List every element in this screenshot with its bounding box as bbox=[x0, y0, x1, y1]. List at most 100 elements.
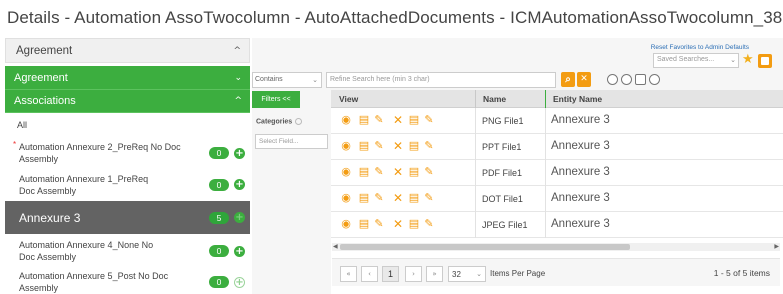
refresh-icon[interactable] bbox=[621, 74, 632, 85]
cell-name[interactable]: JPEG File1 bbox=[482, 220, 528, 230]
attach-document-icon[interactable]: ▤ bbox=[408, 166, 420, 178]
select-field-input[interactable]: Select Field... bbox=[255, 134, 328, 149]
cell-entity-name: Annexure 3 bbox=[551, 192, 610, 204]
cell-entity-name: Annexure 3 bbox=[551, 218, 610, 230]
delete-icon[interactable]: ✕ bbox=[392, 218, 404, 230]
sign-document-icon[interactable]: ✎ bbox=[423, 140, 435, 152]
row-actions: ◉ ▤ ✎ ✕ ▤ ✎ bbox=[339, 192, 438, 205]
agreement-section-header[interactable]: Agreement ⌄ bbox=[5, 66, 250, 90]
search-button[interactable]: ⌕ bbox=[561, 72, 575, 87]
filters-toggle-button[interactable]: Filters << bbox=[252, 91, 300, 108]
sidebar-item-annexure-3[interactable]: Annexure 3 5 + bbox=[5, 201, 250, 234]
sidebar-item-annexure-5[interactable]: Automation Annexure 5_Post No Doc Assemb… bbox=[5, 267, 250, 294]
saved-searches-dropdown[interactable]: Saved Searches... ⌄ bbox=[653, 53, 739, 68]
column-header-entity-name[interactable]: Entity Name bbox=[553, 94, 602, 104]
view-eye-icon[interactable]: ◉ bbox=[339, 140, 353, 152]
sidebar-item-all[interactable]: All bbox=[5, 113, 250, 137]
edit-document-icon[interactable]: ✎ bbox=[373, 192, 385, 204]
reset-favorites-link[interactable]: Reset Favorites to Admin Defaults bbox=[651, 44, 749, 51]
sidebar-item-label: Automation Annexure 1_PreReq Doc Assembl… bbox=[19, 173, 149, 196]
table-row[interactable]: ◉ ▤ ✎ ✕ ▤ ✎ PPT File1 Annexure 3 bbox=[331, 134, 783, 160]
search-input[interactable]: Refine Search here (min 3 char) bbox=[326, 72, 556, 88]
edit-document-icon[interactable]: ✎ bbox=[373, 114, 385, 126]
save-search-icon[interactable] bbox=[758, 54, 772, 68]
attach-document-icon[interactable]: ▤ bbox=[408, 192, 420, 204]
column-divider bbox=[475, 108, 476, 134]
export-icon[interactable] bbox=[635, 74, 646, 85]
table-row[interactable]: ◉ ▤ ✎ ✕ ▤ ✎ DOT File1 Annexure 3 bbox=[331, 186, 783, 212]
view-eye-icon[interactable]: ◉ bbox=[339, 166, 353, 178]
cell-name[interactable]: DOT File1 bbox=[482, 194, 523, 204]
delete-icon[interactable]: ✕ bbox=[392, 192, 404, 204]
clear-search-button[interactable]: ✕ bbox=[577, 72, 591, 87]
attach-document-icon[interactable]: ▤ bbox=[408, 114, 420, 126]
view-eye-icon[interactable]: ◉ bbox=[339, 218, 353, 230]
column-header-view[interactable]: View bbox=[339, 94, 358, 104]
add-icon[interactable]: + bbox=[234, 147, 245, 159]
sign-document-icon[interactable]: ✎ bbox=[423, 192, 435, 204]
list-view-icon[interactable] bbox=[607, 74, 618, 85]
table-row[interactable]: ◉ ▤ ✎ ✕ ▤ ✎ JPEG File1 Annexure 3 bbox=[331, 212, 783, 238]
view-eye-icon[interactable]: ◉ bbox=[339, 192, 353, 204]
sidebar-item-label: Automation Annexure 2_PreReq No Doc Asse… bbox=[19, 142, 181, 164]
view-eye-icon[interactable]: ◉ bbox=[339, 114, 353, 126]
search-placeholder: Refine Search here (min 3 char) bbox=[330, 76, 430, 83]
add-icon[interactable]: + bbox=[234, 276, 245, 288]
table-row[interactable]: ◉ ▤ ✎ ✕ ▤ ✎ PDF File1 Annexure 3 bbox=[331, 160, 783, 186]
document-icon[interactable]: ▤ bbox=[358, 114, 370, 126]
prev-page-button[interactable]: ‹ bbox=[361, 266, 378, 282]
column-header-name[interactable]: Name bbox=[483, 94, 506, 104]
table-row[interactable]: ◉ ▤ ✎ ✕ ▤ ✎ PNG File1 Annexure 3 bbox=[331, 108, 783, 134]
cell-name[interactable]: PNG File1 bbox=[482, 116, 524, 126]
cell-name[interactable]: PDF File1 bbox=[482, 168, 522, 178]
agreement-accordion[interactable]: Agreement ^ bbox=[5, 38, 250, 63]
row-actions: ◉ ▤ ✎ ✕ ▤ ✎ bbox=[339, 166, 438, 179]
edit-document-icon[interactable]: ✎ bbox=[373, 166, 385, 178]
settings-icon[interactable] bbox=[649, 74, 660, 85]
edit-document-icon[interactable]: ✎ bbox=[373, 140, 385, 152]
next-page-button[interactable]: › bbox=[405, 266, 422, 282]
first-page-button[interactable]: « bbox=[340, 266, 357, 282]
sidebar-item-annexure-4[interactable]: Automation Annexure 4_None No Doc Assemb… bbox=[5, 235, 250, 267]
sidebar-item-annexure-2[interactable]: * Automation Annexure 2_PreReq No Doc As… bbox=[5, 137, 250, 169]
delete-icon[interactable]: ✕ bbox=[392, 166, 404, 178]
document-icon[interactable]: ▤ bbox=[358, 166, 370, 178]
edit-document-icon[interactable]: ✎ bbox=[373, 218, 385, 230]
column-divider bbox=[545, 134, 546, 160]
sign-document-icon[interactable]: ✎ bbox=[423, 218, 435, 230]
scroll-right-icon[interactable]: ▶ bbox=[774, 243, 779, 250]
horizontal-scrollbar[interactable]: ◀ ▶ bbox=[332, 243, 780, 251]
pagination-bar: « ‹ 1 › » 32 ⌄ Items Per Page 1 - 5 of 5… bbox=[332, 258, 780, 286]
associations-section-header[interactable]: Associations ^ bbox=[5, 90, 250, 113]
page-size-dropdown[interactable]: 32 ⌄ bbox=[448, 266, 486, 282]
attach-document-icon[interactable]: ▤ bbox=[408, 218, 420, 230]
last-page-button[interactable]: » bbox=[426, 266, 443, 282]
document-icon[interactable]: ▤ bbox=[358, 140, 370, 152]
help-icon[interactable] bbox=[295, 118, 303, 125]
scroll-left-icon[interactable]: ◀ bbox=[333, 243, 338, 250]
documents-grid: View Name Entity Name ◉ ▤ ✎ ✕ ▤ ✎ PNG File1 Ann… bbox=[331, 90, 783, 294]
current-page[interactable]: 1 bbox=[382, 266, 399, 282]
sidebar-item-label: Annexure 3 bbox=[19, 210, 81, 225]
sidebar-item-label: Automation Annexure 5_Post No Doc Assemb… bbox=[19, 271, 169, 293]
column-divider bbox=[475, 212, 476, 238]
favorite-star-icon[interactable]: ★ bbox=[742, 52, 754, 67]
sign-document-icon[interactable]: ✎ bbox=[423, 166, 435, 178]
add-icon[interactable]: + bbox=[234, 179, 245, 190]
associations-section-label: Associations bbox=[14, 95, 76, 107]
add-icon[interactable]: + bbox=[234, 212, 245, 223]
sign-document-icon[interactable]: ✎ bbox=[423, 114, 435, 126]
scroll-thumb[interactable] bbox=[340, 244, 630, 250]
delete-icon[interactable]: ✕ bbox=[392, 140, 404, 152]
items-count: 1 - 5 of 5 items bbox=[713, 268, 770, 278]
required-marker: * bbox=[13, 140, 17, 149]
sidebar-item-annexure-1[interactable]: Automation Annexure 1_PreReq Doc Assembl… bbox=[5, 169, 250, 200]
operator-dropdown[interactable]: Contains ⌄ bbox=[252, 72, 322, 88]
attach-document-icon[interactable]: ▤ bbox=[408, 140, 420, 152]
add-icon[interactable]: + bbox=[234, 245, 245, 257]
column-divider bbox=[475, 90, 476, 108]
document-icon[interactable]: ▤ bbox=[358, 192, 370, 204]
document-icon[interactable]: ▤ bbox=[358, 218, 370, 230]
cell-name[interactable]: PPT File1 bbox=[482, 142, 521, 152]
delete-icon[interactable]: ✕ bbox=[392, 114, 404, 126]
